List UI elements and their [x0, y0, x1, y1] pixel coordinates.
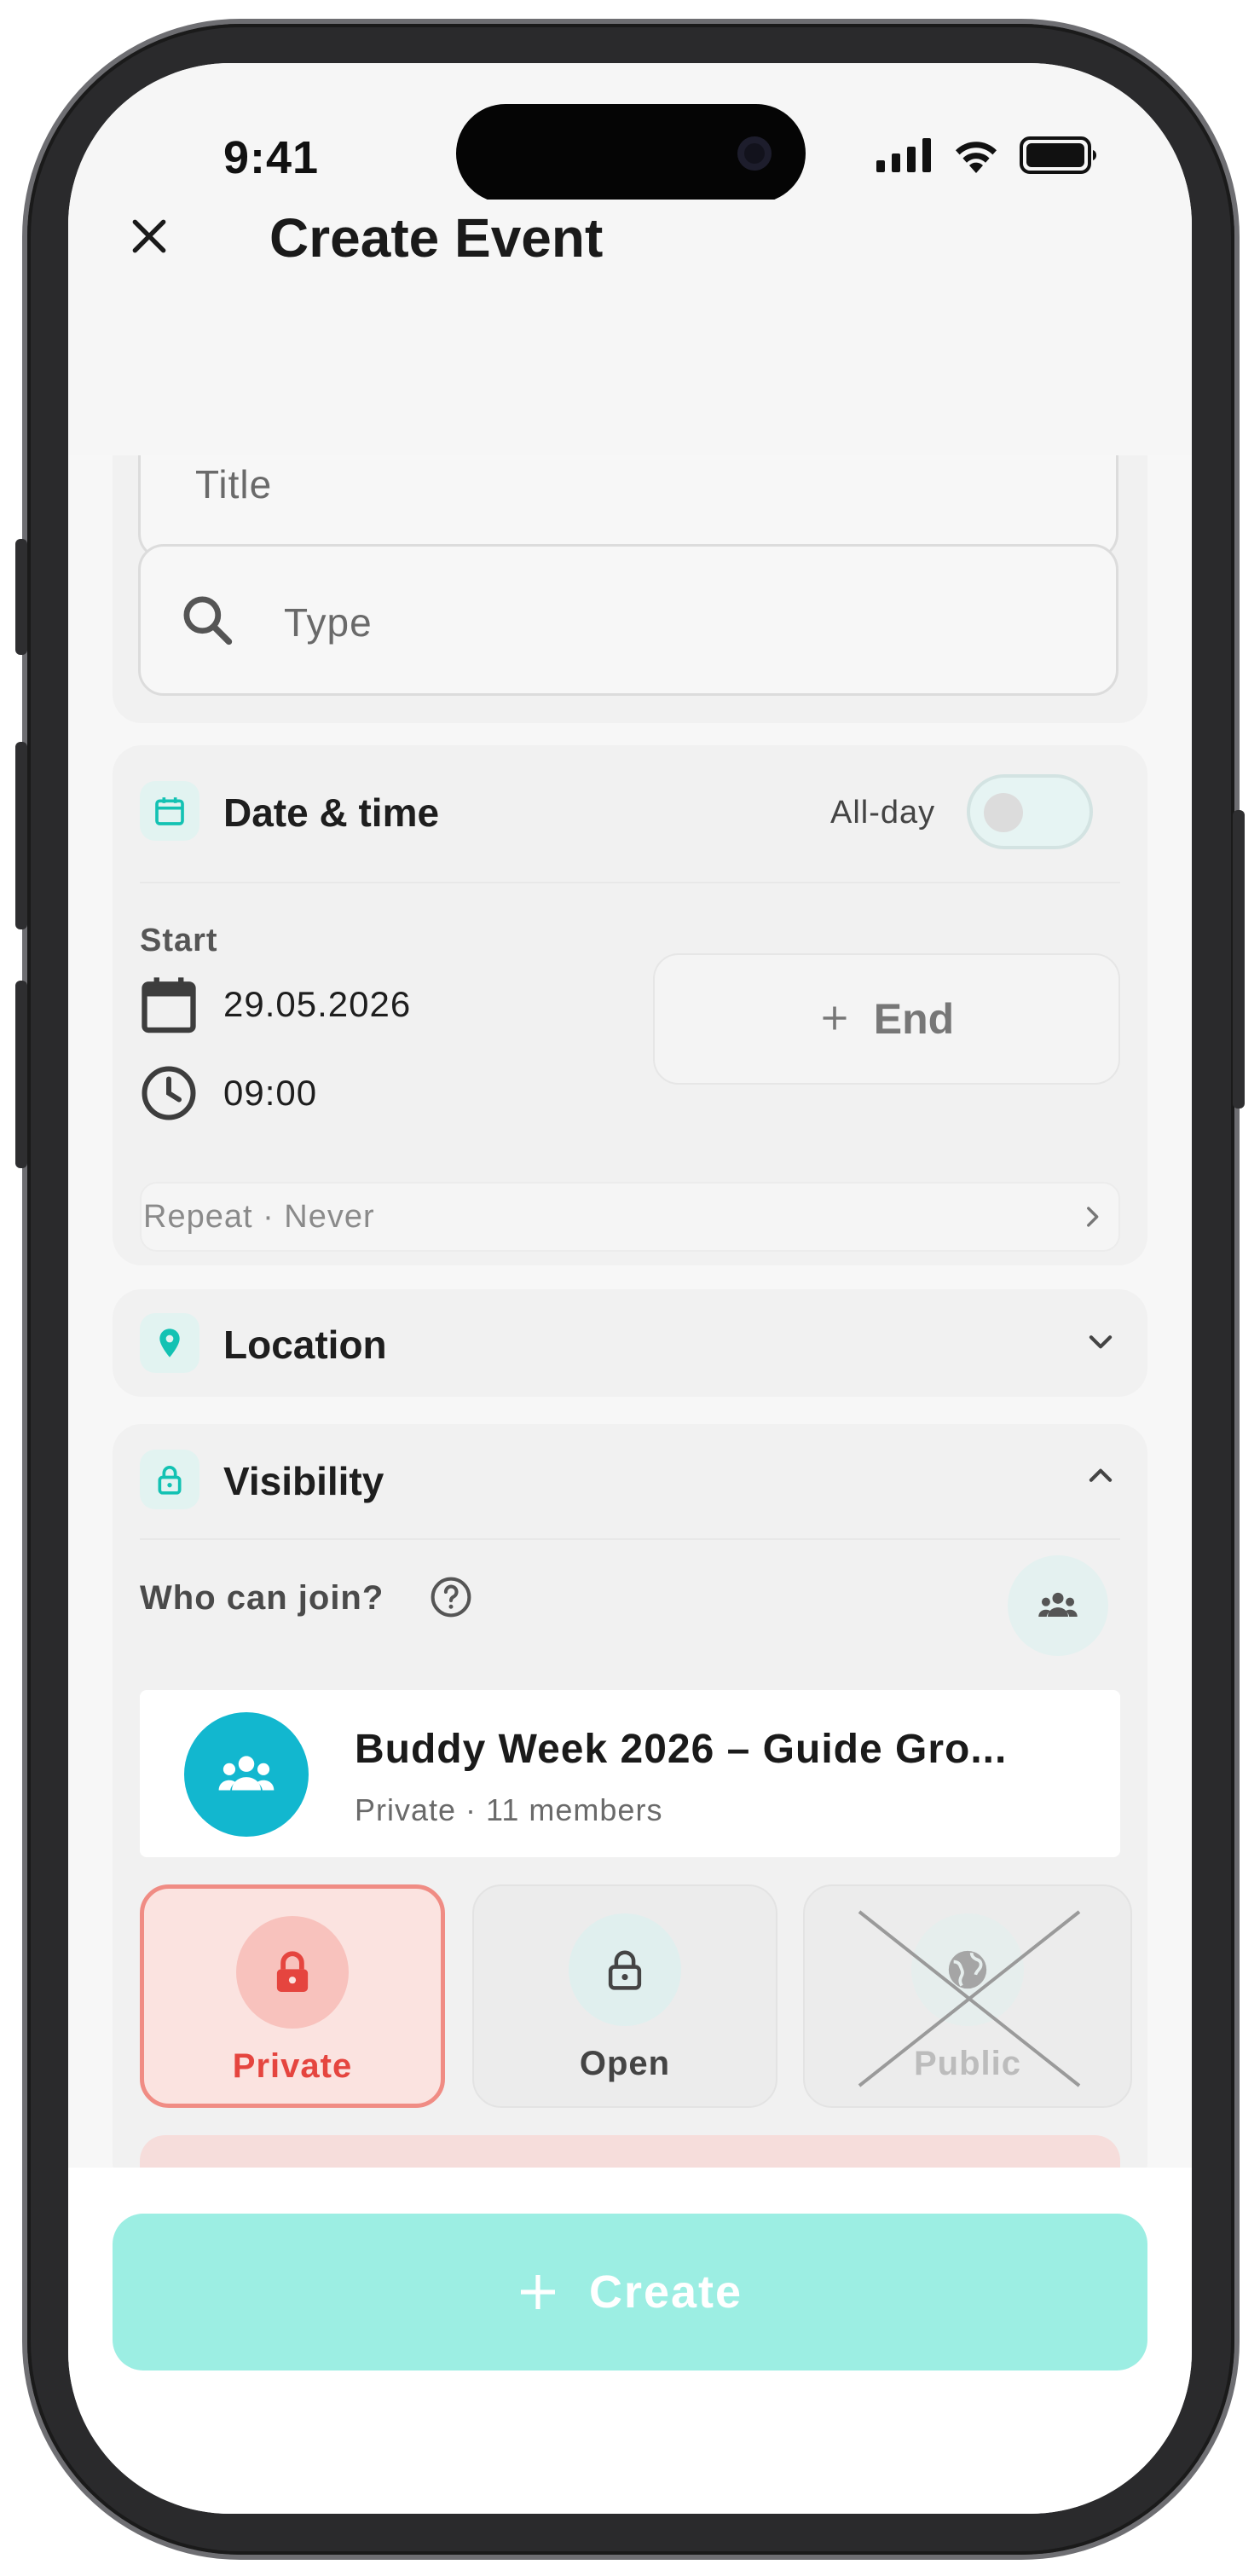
group-meta: Private · 11 members [355, 1792, 663, 1827]
start-time[interactable]: 09:00 [223, 1073, 317, 1114]
chevron-down-icon[interactable] [1084, 1325, 1117, 1362]
disabled-cross-icon [858, 1910, 1081, 2087]
visibility-option-private[interactable]: Private [140, 1884, 445, 2108]
repeat-text: Repeat · Never [143, 1199, 375, 1235]
visibility-option-public: Public [803, 1884, 1132, 2108]
start-date[interactable]: 29.05.2026 [223, 984, 411, 1025]
visibility-title: Visibility [223, 1459, 384, 1503]
bottom-action-bar: Create [68, 2168, 1192, 2514]
status-bar: 9:41 [68, 63, 1192, 203]
power-button [1233, 810, 1245, 1109]
plus-icon [520, 2275, 555, 2309]
location-pin-icon [140, 1313, 199, 1373]
dynamic-island [456, 104, 806, 203]
volume-up-button [15, 742, 27, 929]
cellular-signal-icon [876, 138, 931, 172]
lock-open-icon [608, 1950, 642, 1990]
add-end-button[interactable]: End [653, 953, 1120, 1085]
visibility-card: Visibility Who can join? Buddy Week 2026… [113, 1424, 1147, 2203]
open-lock-circle [569, 1913, 681, 2026]
repeat-row[interactable]: Repeat · Never [140, 1182, 1120, 1252]
wifi-icon [956, 142, 997, 173]
location-card[interactable]: Location [113, 1289, 1147, 1397]
close-button[interactable] [119, 206, 179, 266]
date-time-card: Date & time All-day Start 29.05.2026 09:… [113, 745, 1147, 1265]
end-label: End [873, 995, 955, 1043]
toggle-knob [984, 793, 1023, 832]
group-icon [218, 1756, 275, 1791]
group-name: Buddy Week 2026 – Guide Gro... [355, 1727, 1008, 1772]
app-header: Create Event [68, 200, 1192, 455]
create-label: Create [588, 2266, 743, 2318]
page-title: Create Event [269, 207, 604, 269]
open-label: Open [579, 2045, 671, 2082]
location-title: Location [223, 1323, 387, 1367]
group-icon [1038, 1592, 1078, 1617]
group-select-button[interactable] [1008, 1555, 1108, 1656]
date-time-title: Date & time [223, 790, 440, 835]
close-icon [132, 219, 166, 253]
divider [140, 1538, 1120, 1540]
volume-down-button [15, 981, 27, 1168]
lock-filled-icon [276, 1951, 309, 1992]
lock-icon [140, 1450, 199, 1509]
private-label: Private [232, 2047, 353, 2085]
screen: Title Type Date & time All-day Start 29.… [68, 63, 1192, 2514]
help-icon[interactable] [428, 1574, 474, 1624]
group-avatar [184, 1712, 309, 1837]
type-placeholder: Type [284, 600, 373, 645]
private-lock-circle [236, 1916, 349, 2029]
selected-group-card[interactable]: Buddy Week 2026 – Guide Gro... Private ·… [140, 1690, 1120, 1857]
all-day-label: All-day [830, 795, 936, 831]
title-placeholder: Title [195, 462, 273, 507]
who-can-join-label: Who can join? [140, 1579, 384, 1617]
plus-icon [819, 994, 850, 1044]
divider [140, 882, 1120, 883]
calendar-outline-icon [136, 972, 201, 1041]
create-button[interactable]: Create [113, 2214, 1147, 2370]
visibility-option-open[interactable]: Open [472, 1884, 777, 2108]
search-icon [178, 591, 236, 653]
type-search-field[interactable]: Type [138, 544, 1118, 696]
chevron-right-icon [1078, 1202, 1107, 1236]
status-icons [876, 136, 1098, 174]
chevron-up-icon[interactable] [1084, 1460, 1117, 1496]
start-label: Start [140, 923, 218, 958]
action-button [15, 539, 27, 655]
clock-icon [138, 1062, 199, 1128]
status-time: 9:41 [223, 132, 320, 183]
all-day-toggle[interactable] [967, 774, 1093, 849]
battery-icon [1020, 136, 1096, 174]
calendar-icon [140, 781, 199, 841]
